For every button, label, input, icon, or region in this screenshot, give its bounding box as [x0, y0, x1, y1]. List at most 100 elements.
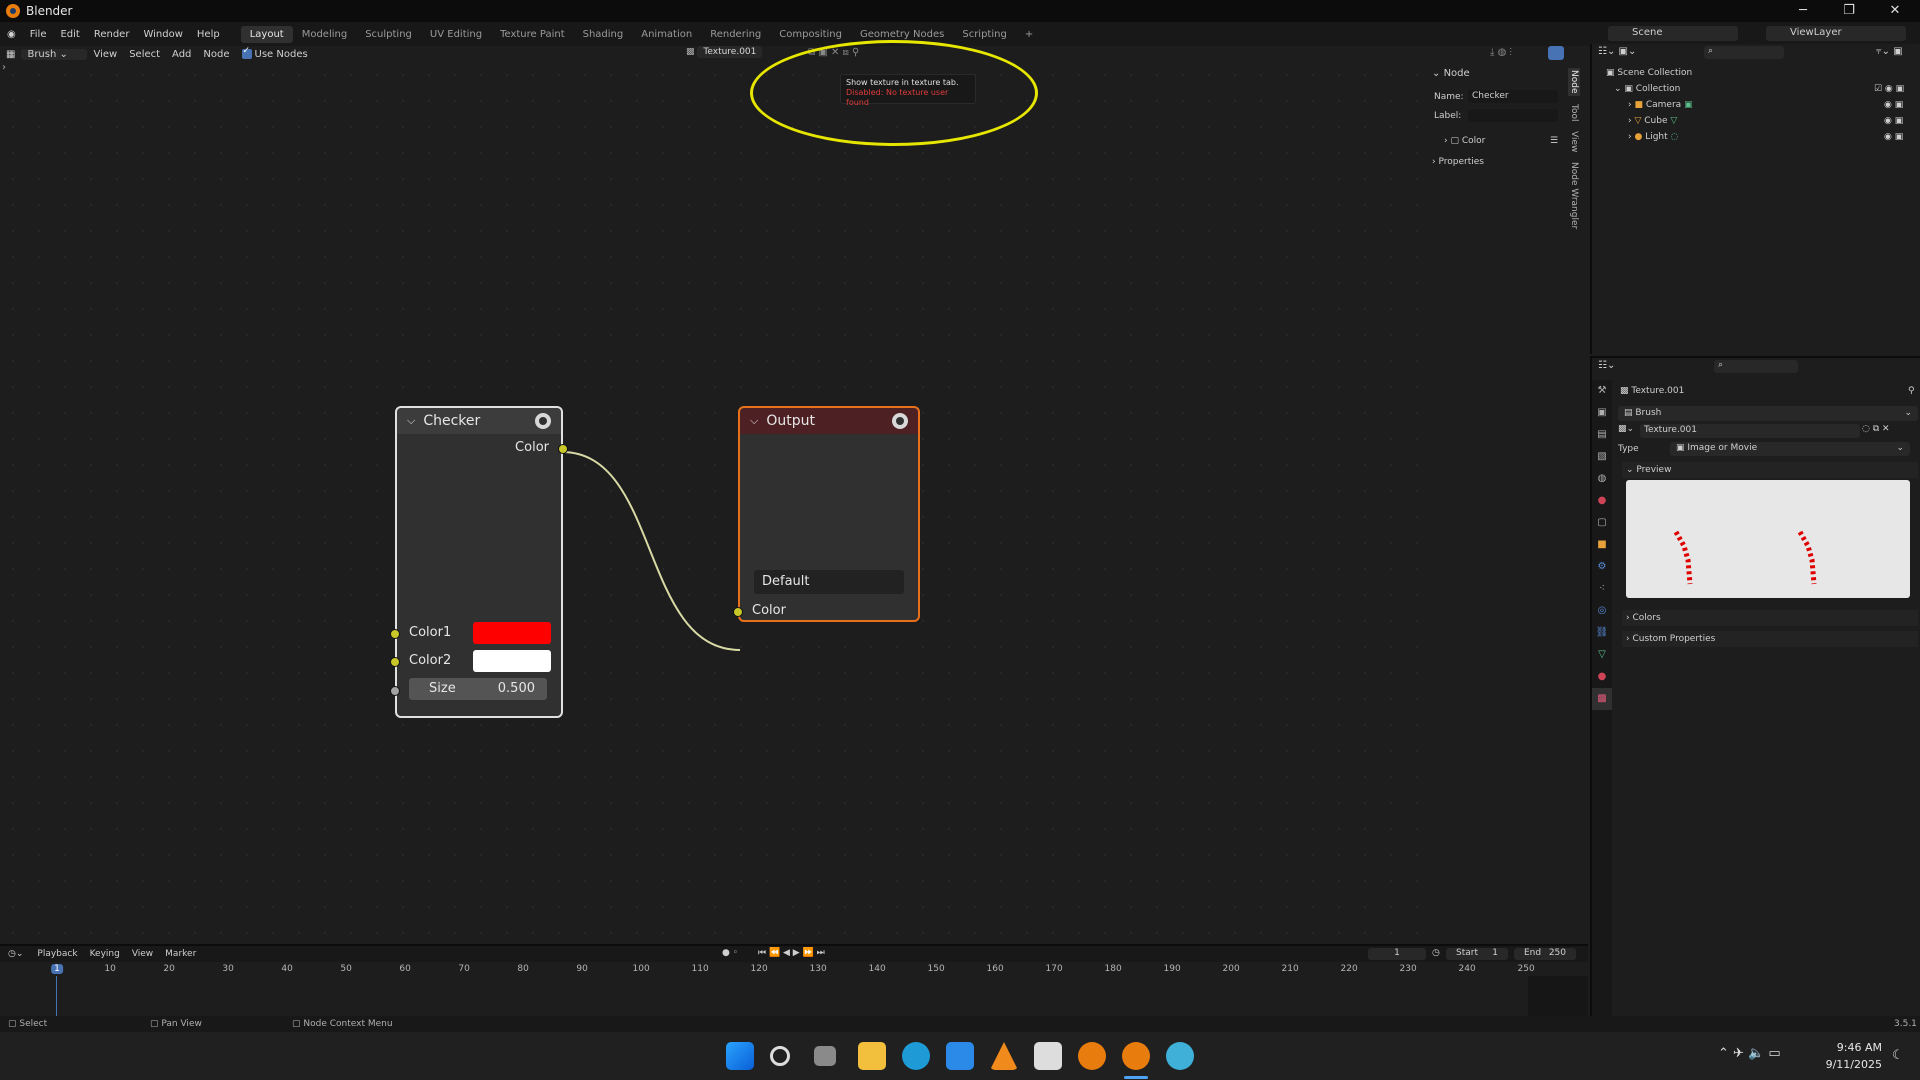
menu-timeline-view[interactable]: View — [126, 949, 159, 959]
custom-properties-panel-header[interactable]: › Custom Properties — [1622, 631, 1918, 647]
blender-menu-icon[interactable]: ◉ — [0, 29, 23, 40]
output-tab-icon[interactable]: ▤ — [1592, 424, 1612, 446]
edge-browser-icon[interactable] — [902, 1042, 930, 1070]
outliner-editor-type-icon[interactable]: ☷⌄ ▣⌄ — [1598, 46, 1636, 57]
texture-datablock-actions[interactable]: ◌ ⧉ ✕ — [1862, 424, 1890, 434]
record-button-icon[interactable]: ● ◦ — [722, 948, 738, 958]
minimize-button[interactable]: ─ — [1780, 0, 1826, 22]
modifier-tab-icon[interactable]: ⚙ — [1592, 556, 1612, 578]
overlay-toggle-icon[interactable]: ⤓ ◍ ⫶ — [1490, 47, 1512, 58]
playhead-line[interactable] — [56, 976, 57, 1020]
timeline-editor-type-icon[interactable]: ◷⌄ — [0, 949, 31, 959]
view-layer-selector[interactable]: ViewLayer — [1766, 26, 1906, 41]
menu-file[interactable]: File — [23, 29, 54, 40]
preview-toggle-icon[interactable] — [535, 413, 551, 429]
size-field[interactable]: Size 0.500 — [409, 678, 547, 700]
tab-shading[interactable]: Shading — [574, 26, 633, 43]
tab-rendering[interactable]: Rendering — [701, 26, 770, 43]
texture-browse-icon[interactable]: ▩⌄ — [1618, 424, 1634, 434]
file-explorer-icon[interactable] — [858, 1042, 886, 1070]
current-frame-field[interactable]: 1 — [1368, 948, 1426, 960]
world-tab-icon[interactable]: ● — [1592, 490, 1612, 512]
link-checker-to-output[interactable] — [561, 451, 741, 651]
properties-editor-type-icon[interactable]: ☷⌄ — [1598, 360, 1615, 371]
outliner-row-camera[interactable]: › ■ Camera ▣ — [1628, 100, 1693, 110]
color2-swatch[interactable] — [473, 650, 551, 672]
show-overlay-toggle[interactable] — [1548, 46, 1564, 60]
color-subpanel[interactable]: › ▢ Color — [1444, 136, 1485, 146]
list-icon[interactable]: ☰ — [1550, 136, 1558, 146]
tab-texture-paint[interactable]: Texture Paint — [491, 26, 574, 43]
menu-add[interactable]: Add — [166, 49, 197, 60]
texture-datablock-name[interactable]: Texture.001 — [1640, 424, 1860, 438]
node-name-field[interactable]: Checker — [1468, 90, 1558, 103]
preview-panel-header[interactable]: ⌄ Preview — [1622, 462, 1918, 478]
color1-swatch[interactable] — [473, 622, 551, 644]
texture-tab-icon[interactable]: ▩ — [1592, 688, 1612, 710]
collection-visibility-icons[interactable]: ☑ ◉ ▣ — [1874, 84, 1904, 94]
start-frame-field[interactable]: Start 1 — [1446, 948, 1508, 960]
blender-active-taskbar-icon[interactable] — [1122, 1042, 1150, 1070]
tool-tab-icon[interactable]: ⚒ — [1592, 380, 1612, 402]
search-icon[interactable] — [770, 1046, 790, 1066]
texture-user-dropdown[interactable]: ▤ Brush ⌄ — [1618, 406, 1918, 421]
system-tray-icons[interactable]: ⌃ ✈ 🔈 ▭ — [1718, 1046, 1781, 1061]
tab-view[interactable]: View — [1568, 129, 1580, 154]
collection-row[interactable]: ⌄ ▣ Collection — [1614, 84, 1680, 94]
checker-node-header[interactable]: ⌵ Checker — [397, 408, 561, 434]
physics-tab-icon[interactable]: ◎ — [1592, 600, 1612, 622]
filter-icon[interactable]: ⫧⌄ ▣ — [1876, 46, 1903, 57]
colors-panel-header[interactable]: › Colors — [1622, 610, 1918, 626]
tab-node[interactable]: Node — [1568, 68, 1580, 96]
render-tab-icon[interactable]: ▣ — [1592, 402, 1612, 424]
node-label-field[interactable] — [1468, 109, 1558, 122]
tab-tool[interactable]: Tool — [1568, 102, 1580, 123]
clock-icon[interactable]: ◷ — [1432, 948, 1440, 958]
add-workspace-icon[interactable]: + — [1016, 26, 1042, 43]
color2-input-socket[interactable] — [390, 657, 400, 667]
texture-type-dropdown[interactable]: ▣ Image or Movie ⌄ — [1670, 442, 1910, 456]
notifications-icon[interactable]: ☾ — [1892, 1048, 1904, 1063]
close-window-button[interactable]: ✕ — [1872, 0, 1918, 22]
scene-collection-row[interactable]: ▣ Scene Collection — [1606, 68, 1692, 78]
texture-type-dropdown[interactable]: Brush ⌄ — [21, 48, 88, 60]
pin-icon[interactable]: ⚲ — [1908, 386, 1915, 396]
outliner-search-input[interactable]: ⌕ — [1704, 46, 1784, 59]
tab-sculpting[interactable]: Sculpting — [356, 26, 421, 43]
cube-visibility-icons[interactable]: ◉ ▣ — [1884, 116, 1903, 126]
node-canvas[interactable]: › ⌵ Checker Color Color1 Color2 Size 0.5… — [0, 62, 1420, 938]
scene-tab-icon[interactable]: ◍ — [1592, 468, 1612, 490]
view-layer-tab-icon[interactable]: ▧ — [1592, 446, 1612, 468]
blender-taskbar-icon[interactable] — [1078, 1042, 1106, 1070]
outliner-row-light[interactable]: › ● Light ◌ — [1628, 132, 1678, 142]
output-node[interactable]: ⌵ Output Default Color — [733, 406, 920, 622]
menu-edit[interactable]: Edit — [53, 29, 86, 40]
menu-help[interactable]: Help — [190, 29, 227, 40]
tab-modeling[interactable]: Modeling — [293, 26, 357, 43]
output-node-header[interactable]: ⌵ Output — [740, 408, 918, 434]
chevron-down-icon[interactable]: ⌵ — [407, 414, 415, 428]
size-input-socket[interactable] — [390, 686, 400, 696]
preview-toggle-icon[interactable] — [892, 413, 908, 429]
editor-type-icon[interactable]: ▦ — [0, 49, 21, 60]
scene-selector[interactable]: Scene — [1608, 26, 1738, 41]
menu-marker[interactable]: Marker — [159, 949, 202, 959]
node-section-header[interactable]: ⌄ Node — [1432, 68, 1470, 79]
camera-visibility-icons[interactable]: ◉ ▣ — [1884, 100, 1903, 110]
snipping-tool-icon[interactable] — [1034, 1042, 1062, 1070]
light-visibility-icons[interactable]: ◉ ▣ — [1884, 132, 1903, 142]
output-name-field[interactable]: Default — [754, 570, 904, 594]
use-nodes-checkbox[interactable]: Use Nodes — [236, 46, 314, 60]
particles-tab-icon[interactable]: ⁖ — [1592, 578, 1612, 600]
tab-layout[interactable]: Layout — [240, 25, 293, 43]
color1-input-socket[interactable] — [390, 629, 400, 639]
menu-select[interactable]: Select — [123, 49, 166, 60]
menu-view[interactable]: View — [87, 49, 123, 60]
start-menu-icon[interactable] — [726, 1042, 754, 1070]
checker-node[interactable]: ⌵ Checker Color Color1 Color2 Size 0.500 — [390, 406, 568, 718]
data-tab-icon[interactable]: ▽ — [1592, 644, 1612, 666]
clock-time[interactable]: 9:46 AM — [1820, 1041, 1882, 1054]
store-icon[interactable] — [946, 1042, 974, 1070]
collection-tab-icon[interactable]: ▢ — [1592, 512, 1612, 534]
checker-color-output-socket[interactable] — [558, 444, 568, 454]
